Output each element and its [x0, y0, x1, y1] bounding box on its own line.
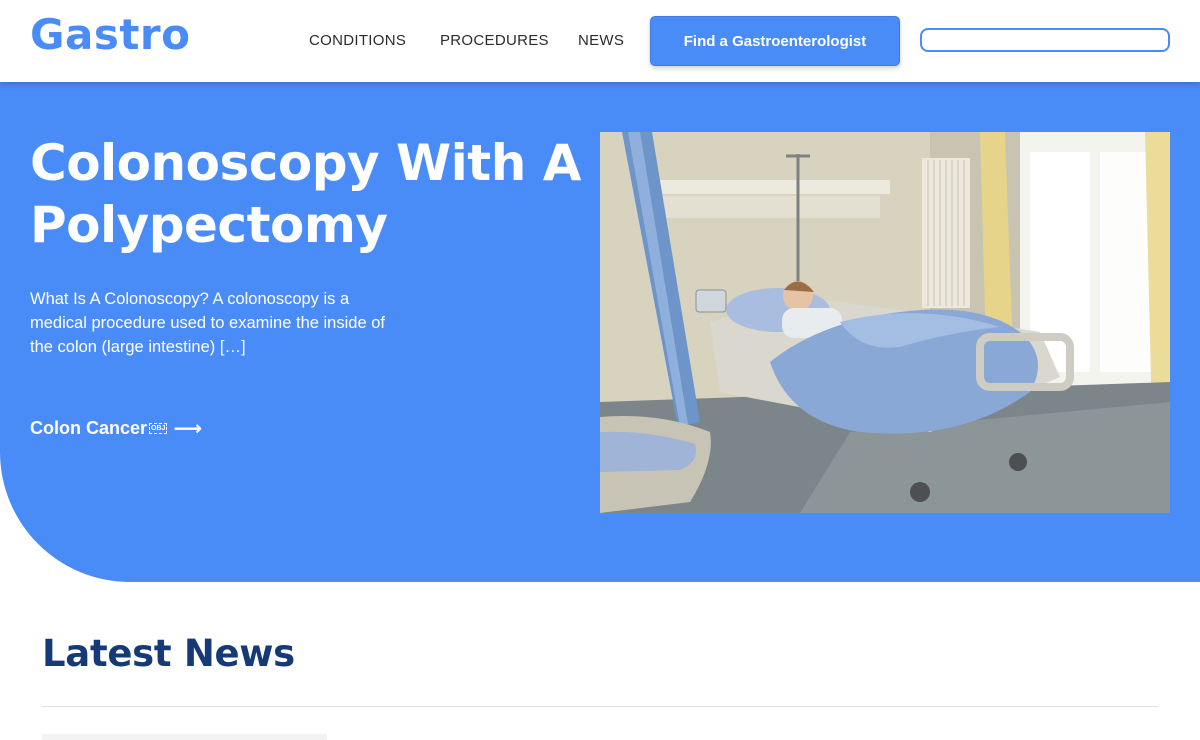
latest-news-heading: Latest News: [42, 632, 295, 675]
object-replacement-glyph: OBJ: [149, 423, 168, 434]
news-card-placeholder: [42, 734, 327, 740]
hospital-room-image[interactable]: [600, 132, 1170, 513]
nav-conditions[interactable]: CONDITIONS: [309, 32, 406, 49]
hero-title[interactable]: Colonoscopy With A Polypectomy: [30, 132, 590, 256]
site-logo[interactable]: Gastro: [30, 10, 190, 59]
search-input[interactable]: [920, 28, 1170, 52]
category-label: Colon Cancer: [30, 418, 148, 438]
hero-excerpt: What Is A Colonoscopy? A colonoscopy is …: [30, 290, 385, 356]
nav-procedures[interactable]: PROCEDURES: [440, 32, 549, 49]
hero-section: Colonoscopy With A Polypectomy What Is A…: [0, 82, 1200, 582]
site-header: Gastro CONDITIONS PROCEDURES NEWS Find a…: [0, 0, 1200, 82]
nav-news[interactable]: NEWS: [578, 32, 624, 49]
section-divider: [42, 706, 1158, 707]
category-link[interactable]: Colon Cancer OBJ ⟶: [30, 418, 202, 439]
arrow-right-icon: ⟶: [173, 417, 203, 440]
find-gastroenterologist-button[interactable]: Find a Gastroenterologist: [650, 16, 900, 66]
